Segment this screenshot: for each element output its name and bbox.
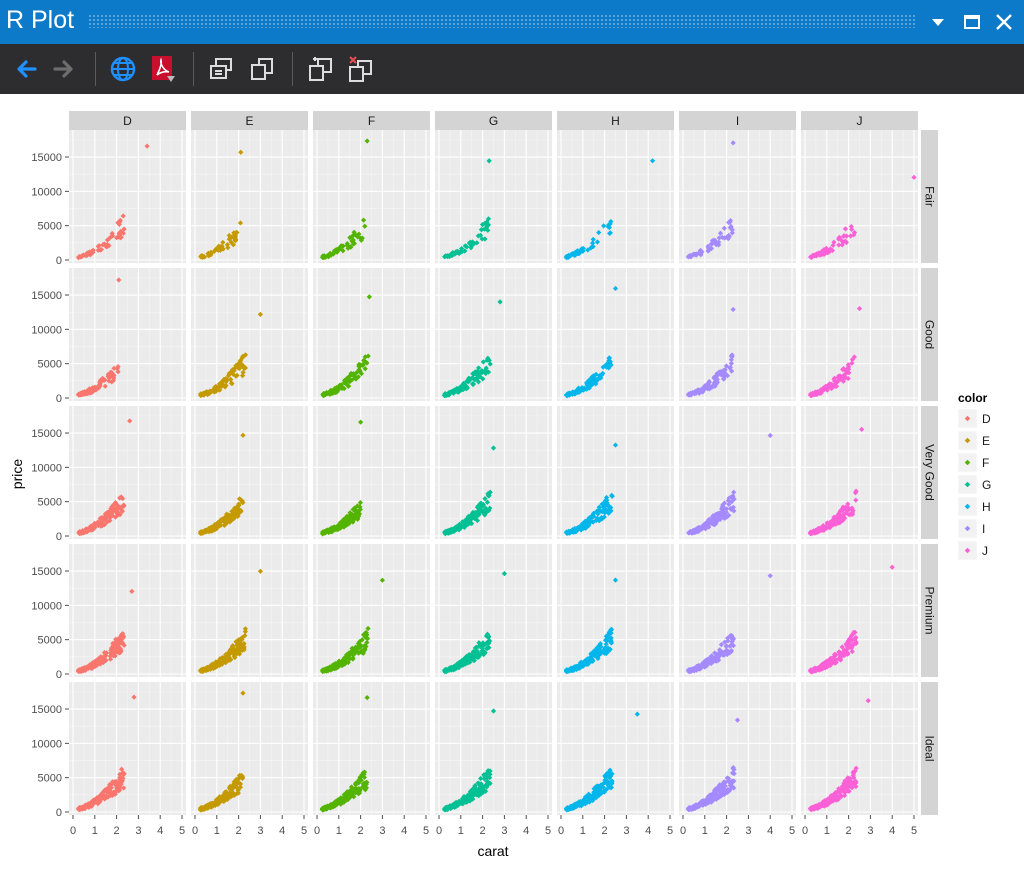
facet-label-col: F [368, 114, 375, 128]
facet-label-col: G [489, 114, 498, 128]
copy-icon[interactable] [244, 51, 280, 87]
facet-label-row: Good [923, 320, 937, 349]
facet-label-col: E [245, 114, 253, 128]
dropdown-icon[interactable] [924, 8, 952, 36]
facet-label-row: Ideal [923, 735, 937, 761]
copy-plot-icon[interactable] [302, 51, 338, 87]
plot-area: DEFGHIJFairGoodVery GoodPremiumIdeal0500… [0, 94, 1024, 864]
facet-label-row: Very Good [923, 444, 937, 501]
remove-plot-icon[interactable] [342, 51, 378, 87]
toolbar-separator [292, 52, 293, 86]
facet-label-col: H [611, 114, 620, 128]
faceted-scatter-chart: DEFGHIJFairGoodVery GoodPremiumIdeal0500… [0, 94, 1024, 864]
back-arrow-icon[interactable] [8, 51, 44, 87]
window-title: R Plot [6, 6, 74, 35]
window-titlebar: R Plot [0, 0, 1024, 44]
forward-arrow-icon[interactable] [46, 51, 82, 87]
facet-label-col: D [123, 114, 132, 128]
facet-label-col: I [736, 114, 739, 128]
pdf-icon[interactable] [145, 51, 181, 87]
globe-icon[interactable] [105, 51, 141, 87]
facet-label-row: Premium [923, 586, 937, 634]
toolbar-separator [95, 52, 96, 86]
facet-label-col: J [857, 114, 863, 128]
titlebar-drag-area[interactable] [88, 14, 916, 28]
facet-label-row: Fair [923, 186, 937, 207]
plot-toolbar [0, 44, 1024, 94]
maximize-icon[interactable] [958, 8, 986, 36]
close-icon[interactable] [990, 8, 1018, 36]
export-icon[interactable] [203, 51, 239, 87]
toolbar-separator [193, 52, 194, 86]
